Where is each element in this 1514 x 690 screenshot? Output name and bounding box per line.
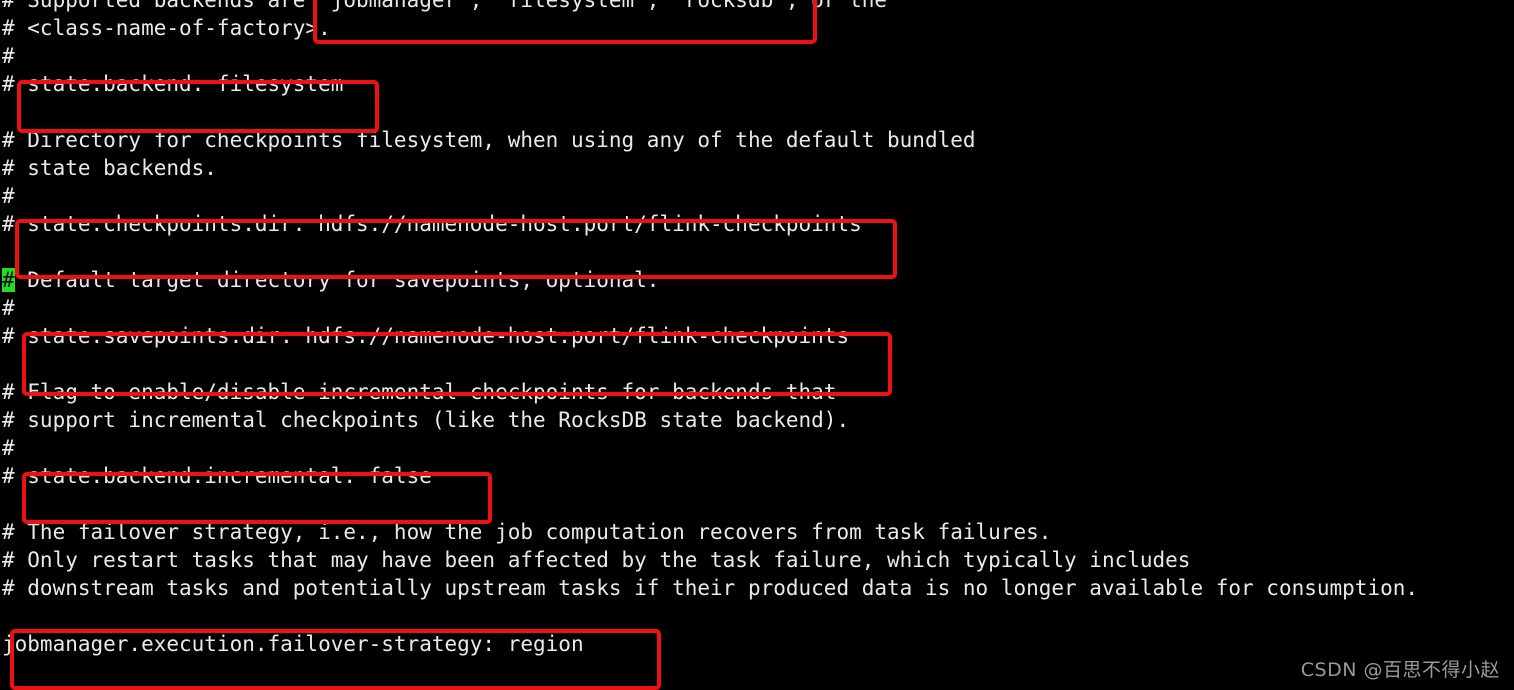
terminal-cursor: # xyxy=(2,268,15,292)
terminal-line: # state.checkpoints.dir: hdfs://namenode… xyxy=(2,212,862,236)
terminal-line: # Supported backends are 'jobmanager', '… xyxy=(2,0,888,12)
terminal-line: # state.backend: filesystem xyxy=(2,72,344,96)
terminal-line: # Default target directory for savepoint… xyxy=(0,266,1514,294)
terminal-line: # Only restart tasks that may have been … xyxy=(2,548,1191,572)
terminal-line: # xyxy=(2,436,15,460)
terminal-line: # state.backend.incremental: false xyxy=(2,464,432,488)
terminal-line: # Directory for checkpoints filesystem, … xyxy=(2,128,976,152)
terminal-line: # xyxy=(2,184,15,208)
terminal-text-area[interactable]: # Supported backends are 'jobmanager', '… xyxy=(0,0,1514,658)
terminal-line: # downstream tasks and potentially upstr… xyxy=(2,576,1419,600)
terminal-screen: # Supported backends are 'jobmanager', '… xyxy=(0,0,1514,690)
terminal-line: # support incremental checkpoints (like … xyxy=(2,408,850,432)
terminal-line: # xyxy=(2,44,15,68)
terminal-line: # xyxy=(2,296,15,320)
terminal-line: # state.savepoints.dir: hdfs://namenode-… xyxy=(2,324,850,348)
terminal-line: # <class-name-of-factory>. xyxy=(2,16,331,40)
terminal-line: # Flag to enable/disable incremental che… xyxy=(2,380,837,404)
csdn-watermark: CSDN @百思不得小赵 xyxy=(1300,659,1500,681)
terminal-line: jobmanager.execution.failover-strategy: … xyxy=(2,632,584,656)
terminal-line: # The failover strategy, i.e., how the j… xyxy=(2,520,1052,544)
terminal-line-text: Default target directory for savepoints,… xyxy=(14,268,660,292)
terminal-line: # state backends. xyxy=(2,156,217,180)
